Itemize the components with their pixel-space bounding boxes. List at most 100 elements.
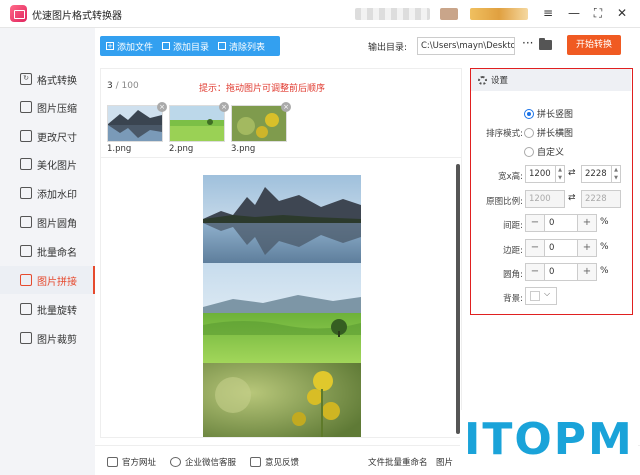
- radio-vertical[interactable]: 拼长竖图: [524, 107, 573, 120]
- sidebar-item-compress[interactable]: 图片压缩: [0, 93, 95, 121]
- monitor-icon: [107, 457, 118, 467]
- clear-list-button[interactable]: 清除列表: [218, 40, 265, 53]
- close-icon[interactable]: ✕: [614, 5, 630, 21]
- sidebar-item-watermark[interactable]: 添加水印: [0, 179, 95, 207]
- compress-icon: [20, 101, 32, 113]
- preview-scrollbar[interactable]: [456, 164, 460, 434]
- menu-icon[interactable]: ≡: [540, 5, 556, 21]
- start-convert-button[interactable]: 开始转换: [567, 35, 621, 55]
- minus-icon[interactable]: −: [526, 215, 544, 231]
- app-logo-icon: [10, 5, 27, 22]
- spacing-stepper[interactable]: −0 +: [525, 214, 597, 232]
- border-unit: %: [600, 242, 609, 252]
- file-count: 3 / 100: [107, 81, 139, 91]
- vip-badge-blurred[interactable]: [470, 8, 528, 20]
- stitch-work-area: 3 / 100 提示：拖动图片可调整前后顺序 × × × 1.png 2.png…: [100, 68, 462, 438]
- user-avatar-blurred[interactable]: [440, 8, 458, 20]
- itopm-watermark: ITOPM: [460, 410, 638, 470]
- browse-more-button[interactable]: ···: [522, 36, 533, 50]
- rotate-icon: [20, 303, 32, 315]
- gear-icon: [478, 75, 487, 85]
- spacing-unit: %: [600, 217, 609, 227]
- width-input[interactable]: 1200 ▲ ▼: [525, 165, 565, 183]
- minimize-icon[interactable]: —: [566, 5, 582, 21]
- spin-arrows-icon[interactable]: ▲ ▼: [555, 166, 564, 182]
- remove-thumbnail-3-icon[interactable]: ×: [281, 102, 291, 112]
- stitched-preview-image: [203, 175, 361, 437]
- swap-icon[interactable]: ⇄: [568, 168, 576, 178]
- thumbnail-3[interactable]: ×: [231, 102, 291, 142]
- settings-header: 设置: [471, 69, 631, 91]
- color-swatch: [530, 291, 540, 301]
- remove-thumbnail-2-icon[interactable]: ×: [219, 102, 229, 112]
- output-path-field[interactable]: C:\Users\mayn\Desktop: [417, 37, 515, 55]
- height-input[interactable]: 2228 ▲ ▼: [581, 165, 621, 183]
- radio-custom[interactable]: 自定义: [524, 145, 564, 158]
- size-label: 宽x高:: [498, 172, 523, 182]
- remove-thumbnail-1-icon[interactable]: ×: [157, 102, 167, 112]
- wechat-service-link[interactable]: 企业微信客服: [170, 456, 236, 468]
- sidebar-item-resize[interactable]: 更改尺寸: [0, 122, 95, 150]
- ratio-label: 原图比例:: [486, 197, 523, 207]
- trash-icon: [218, 42, 227, 50]
- radius-unit: %: [600, 266, 609, 276]
- sidebar-item-format[interactable]: ↻ 格式转换: [0, 65, 95, 93]
- radio-horizontal[interactable]: 拼长横图: [524, 126, 573, 139]
- radius-stepper[interactable]: −0 +: [525, 263, 597, 281]
- drag-hint: 提示：拖动图片可调整前后顺序: [199, 84, 326, 94]
- resize-icon: [20, 130, 32, 142]
- image-link[interactable]: 图片: [436, 456, 453, 468]
- settings-panel: 设置 拼长竖图 排序模式: 拼长横图 自定义 宽x高: 1200 ▲ ▼ ⇄ 222…: [470, 68, 633, 315]
- radio-checked-icon: [524, 108, 534, 119]
- thumbnail-2-name: 2.png: [169, 144, 194, 154]
- official-site-link[interactable]: 官方网址: [107, 456, 156, 468]
- thumbnail-2[interactable]: ×: [169, 102, 229, 142]
- maximize-icon[interactable]: ⛶: [590, 5, 606, 21]
- rename-icon: [20, 245, 32, 257]
- sidebar-item-round-corner[interactable]: 图片圆角: [0, 208, 95, 236]
- plus-icon[interactable]: +: [578, 264, 596, 280]
- swap-icon: ⇄: [568, 193, 576, 203]
- plus-icon[interactable]: +: [578, 215, 596, 231]
- user-name-blurred: [355, 8, 430, 20]
- open-folder-icon[interactable]: [539, 38, 552, 50]
- border-label: 边距:: [503, 246, 523, 256]
- radius-label: 圆角:: [503, 270, 523, 280]
- format-icon: ↻: [20, 73, 32, 85]
- sidebar-item-crop[interactable]: 图片裁剪: [0, 324, 95, 352]
- green-field-thumbnail: [170, 106, 224, 141]
- border-stepper[interactable]: −0 +: [525, 239, 597, 257]
- main-panel: + 添加文件 添加目录 清除列表 输出目录: C:\Users\mayn\Desk…: [95, 28, 640, 475]
- stitched-preview: [203, 175, 361, 437]
- background-label: 背景:: [503, 294, 523, 304]
- app-title: 优速图片格式转换器: [32, 11, 122, 22]
- plus-icon[interactable]: +: [578, 240, 596, 256]
- sidebar-item-rename[interactable]: 批量命名: [0, 237, 95, 265]
- crop-icon: [20, 332, 32, 344]
- chat-icon: [170, 457, 181, 467]
- ratio-height-input: 2228: [581, 190, 621, 208]
- sidebar-item-stitch[interactable]: 图片拼接: [0, 266, 95, 294]
- sidebar-item-beautify[interactable]: 美化图片: [0, 150, 95, 178]
- sidebar-item-rotate[interactable]: 批量旋转: [0, 295, 95, 323]
- beautify-icon: [20, 158, 32, 170]
- spin-arrows-icon[interactable]: ▲ ▼: [611, 166, 620, 182]
- chevron-down-icon: ⌵: [544, 289, 551, 298]
- output-dir-label: 输出目录:: [368, 43, 408, 53]
- feedback-icon: [250, 457, 261, 467]
- feedback-link[interactable]: 意见反馈: [250, 456, 299, 468]
- batch-rename-link[interactable]: 文件批量重命名: [368, 456, 428, 468]
- add-file-button[interactable]: + 添加文件: [106, 40, 153, 53]
- ratio-width-input: 1200: [525, 190, 565, 208]
- sort-mode-label: 排序模式:: [486, 129, 523, 139]
- background-color-select[interactable]: ⌵: [525, 287, 557, 305]
- add-dir-button[interactable]: 添加目录: [162, 40, 209, 53]
- minus-icon[interactable]: −: [526, 240, 544, 256]
- mountain-lake-thumbnail: [108, 106, 162, 141]
- divider: [101, 157, 461, 158]
- minus-icon[interactable]: −: [526, 264, 544, 280]
- stitch-icon: [20, 274, 32, 286]
- thumbnail-1[interactable]: ×: [107, 102, 167, 142]
- thumbnail-1-name: 1.png: [107, 144, 132, 154]
- file-toolbar: + 添加文件 添加目录 清除列表: [100, 36, 281, 56]
